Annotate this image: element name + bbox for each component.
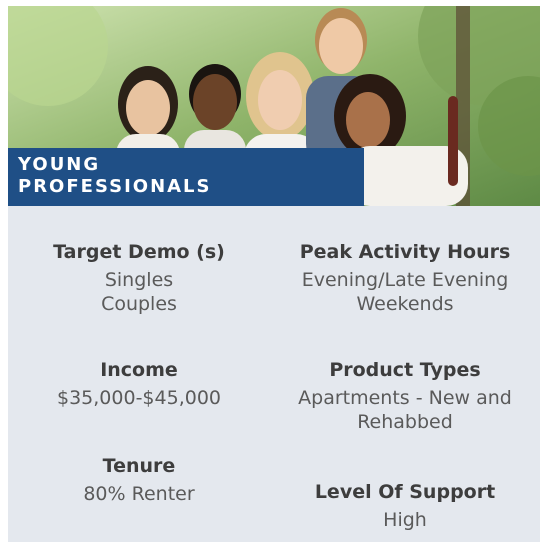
level-of-support-label: Level Of Support — [314, 481, 496, 503]
income-label: Income — [100, 359, 178, 381]
tenure-value: 80% Renter — [83, 483, 195, 505]
income-value: $35,000-$45,000 — [57, 387, 221, 409]
product-types-cell: Product Types Apartments - New and Rehab… — [270, 358, 540, 434]
peak-activity-value-1: Evening/Late Evening — [301, 269, 509, 291]
persona-card: YOUNG PROFESSIONALS Target Demo (s) Sing… — [8, 6, 540, 542]
target-demo-value-2: Couples — [101, 293, 177, 315]
level-of-support-cell: Level Of Support High — [270, 480, 540, 532]
info-grid: Target Demo (s) Singles Couples Peak Act… — [8, 206, 540, 542]
income-cell: Income $35,000-$45,000 — [8, 358, 270, 410]
level-of-support-value: High — [383, 509, 427, 531]
peak-activity-label: Peak Activity Hours — [299, 241, 511, 263]
product-types-value-1: Apartments - New and — [298, 387, 512, 409]
group-photo: YOUNG PROFESSIONALS — [8, 6, 540, 206]
peak-activity-value-2: Weekends — [356, 293, 454, 315]
segment-banner: YOUNG PROFESSIONALS — [8, 148, 364, 206]
peak-activity-cell: Peak Activity Hours Evening/Late Evening… — [270, 240, 540, 316]
tenure-label: Tenure — [102, 455, 176, 477]
target-demo-cell: Target Demo (s) Singles Couples — [8, 240, 270, 316]
target-demo-value-1: Singles — [104, 269, 174, 291]
tenure-cell: Tenure 80% Renter — [8, 454, 270, 506]
target-demo-label: Target Demo (s) — [53, 241, 225, 263]
banner-line-1: YOUNG — [18, 154, 101, 175]
product-types-label: Product Types — [329, 359, 481, 381]
banner-line-2: PROFESSIONALS — [18, 176, 212, 197]
product-types-value-2: Rehabbed — [357, 411, 453, 433]
